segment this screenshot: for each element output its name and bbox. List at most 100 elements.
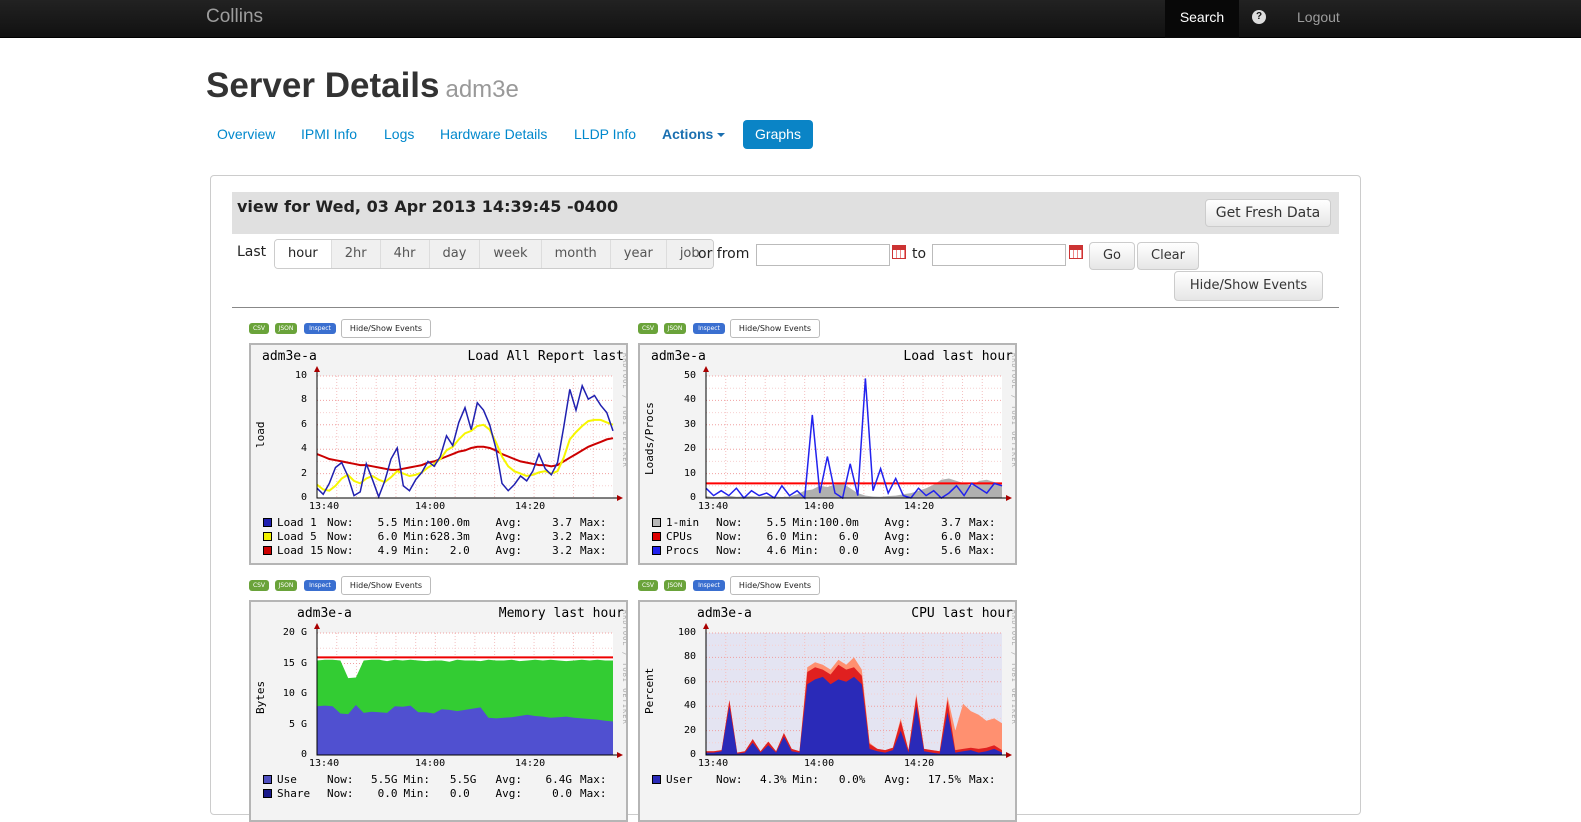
json-badge[interactable]: JSON — [275, 580, 297, 591]
legend-row: Load 1 Now: 5.5 Min:100.0m Avg: 3.7 Max: — [263, 516, 607, 529]
json-badge[interactable]: JSON — [664, 323, 686, 334]
chart-title: CPU last hour — [911, 606, 1013, 621]
legend-name: CPUs — [666, 530, 693, 543]
legend-now-value: 4.3% — [760, 773, 787, 786]
legend-now-label: Now: — [716, 773, 743, 786]
go-button[interactable]: Go — [1089, 242, 1135, 270]
csv-badge[interactable]: CSV — [638, 323, 658, 334]
hide-show-events-small-button[interactable]: Hide/Show Events — [341, 319, 431, 338]
tab-hardware-details[interactable]: Hardware Details — [430, 120, 557, 149]
legend-max-label: Max: — [580, 544, 607, 557]
x-tick-label: 14:20 — [515, 758, 546, 769]
json-badge[interactable]: JSON — [275, 323, 297, 334]
x-tick-label: 14:00 — [804, 758, 835, 769]
question-icon[interactable]: ? — [1252, 10, 1266, 24]
tab-graphs[interactable]: Graphs — [743, 120, 813, 149]
calendar-icon[interactable] — [1069, 245, 1083, 259]
x-tick-label: 14:00 — [415, 758, 446, 769]
y-tick-label: 20 G — [282, 627, 307, 638]
y-tick-label: 100 — [677, 627, 696, 638]
legend-avg-value: 3.7 — [941, 516, 961, 529]
tab-ipmi-info[interactable]: IPMI Info — [291, 120, 367, 149]
brand-logo[interactable]: Collins — [206, 6, 263, 28]
axis-arrow — [314, 366, 320, 372]
legend-swatch — [263, 532, 272, 541]
chart-title: Memory last hour — [498, 606, 624, 621]
legend-avg-value: 0.0 — [552, 787, 572, 800]
legend-name: Load 15 — [277, 544, 324, 557]
legend-now-value: 6.0 — [766, 530, 787, 543]
y-tick-label: 6 — [300, 418, 307, 430]
legend-swatch — [652, 775, 661, 784]
legend-name: User — [666, 773, 693, 786]
inspect-badge[interactable]: Inspect — [304, 323, 336, 334]
legend-swatch — [263, 775, 272, 784]
chart-host-label: adm3e-a — [297, 606, 352, 621]
csv-badge[interactable]: CSV — [249, 580, 269, 591]
legend-avg-value: 6.0 — [941, 530, 961, 543]
legend-row: Use Now: 5.5G Min: 5.5G Avg: 6.4G Max: — [263, 773, 607, 786]
y-tick-label: 4 — [300, 443, 307, 455]
tab-overview[interactable]: Overview — [207, 120, 285, 149]
legend-name: Load 1 — [277, 516, 317, 529]
clear-button[interactable]: Clear — [1137, 242, 1199, 270]
tab-lldp-info[interactable]: LLDP Info — [564, 120, 646, 149]
legend-min-value: Min:100.0m — [403, 516, 470, 529]
y-tick-label: 15 G — [282, 657, 307, 669]
inspect-badge[interactable]: Inspect — [304, 580, 336, 591]
logout-link[interactable]: Logout — [1297, 9, 1340, 25]
y-tick-label: 50 — [683, 370, 696, 381]
chart-y-axis-label: Bytes — [254, 680, 267, 714]
to-label: to — [912, 246, 927, 262]
search-link[interactable]: Search — [1165, 0, 1239, 38]
axis-arrow — [703, 623, 709, 629]
calendar-icon[interactable] — [892, 245, 906, 259]
x-tick-label: 13:40 — [698, 758, 729, 769]
y-tick-label: 60 — [683, 675, 696, 687]
get-fresh-data-button[interactable]: Get Fresh Data — [1205, 199, 1331, 227]
legend-min-value: Min:628.3m — [403, 530, 470, 543]
range-week-button[interactable]: week — [480, 240, 542, 268]
axis-arrow — [617, 495, 623, 501]
range-4hr-button[interactable]: 4hr — [380, 240, 430, 268]
range-hour-button[interactable]: hour — [275, 240, 332, 268]
x-tick-label: 14:00 — [804, 501, 835, 512]
chart-host-label: adm3e-a — [651, 349, 706, 364]
to-date-input[interactable] — [932, 244, 1066, 266]
inspect-badge[interactable]: Inspect — [693, 580, 725, 591]
legend-min-value: Min: 0.0 — [403, 787, 470, 800]
range-day-button[interactable]: day — [429, 240, 481, 268]
legend-max-label: Max: — [580, 787, 607, 800]
hide-show-events-small-button[interactable]: Hide/Show Events — [341, 576, 431, 595]
legend-name: Load 5 — [277, 530, 317, 543]
page-subtitle: adm3e — [445, 76, 519, 103]
csv-badge[interactable]: CSV — [638, 580, 658, 591]
from-date-input[interactable] — [756, 244, 890, 266]
legend-now-value: 4.6 — [766, 544, 787, 557]
legend-avg-label: Avg: — [884, 773, 912, 786]
legend-avg-label: Avg: — [495, 787, 523, 800]
tab-actions-dropdown[interactable]: Actions — [652, 120, 735, 149]
hide-show-events-small-button[interactable]: Hide/Show Events — [730, 319, 820, 338]
range-year-button[interactable]: year — [610, 240, 667, 268]
legend-swatch — [652, 518, 661, 527]
legend-row: Load 15 Now: 4.9 Min: 2.0 Avg: 3.2 Max: — [263, 544, 607, 557]
legend-avg-value: 5.6 — [941, 544, 961, 557]
y-tick-label: 0 — [300, 492, 307, 503]
inspect-badge[interactable]: Inspect — [693, 323, 725, 334]
legend-max-label: Max: — [580, 773, 607, 786]
divider — [232, 307, 1339, 308]
tab-logs[interactable]: Logs — [374, 120, 424, 149]
view-title: view for Wed, 03 Apr 2013 14:39:45 -0400 — [237, 197, 619, 216]
legend-max-label: Max: — [969, 530, 996, 543]
chart-y-axis-label: Percent — [643, 667, 656, 714]
json-badge[interactable]: JSON — [664, 580, 686, 591]
range-2hr-button[interactable]: 2hr — [331, 240, 381, 268]
hide-show-events-button[interactable]: Hide/Show Events — [1174, 271, 1323, 301]
legend-now-label: Now: — [716, 544, 743, 557]
chart-y-axis-label: Loads/Procs — [643, 402, 656, 475]
range-month-button[interactable]: month — [541, 240, 611, 268]
x-tick-label: 14:20 — [904, 758, 935, 769]
csv-badge[interactable]: CSV — [249, 323, 269, 334]
hide-show-events-small-button[interactable]: Hide/Show Events — [730, 576, 820, 595]
